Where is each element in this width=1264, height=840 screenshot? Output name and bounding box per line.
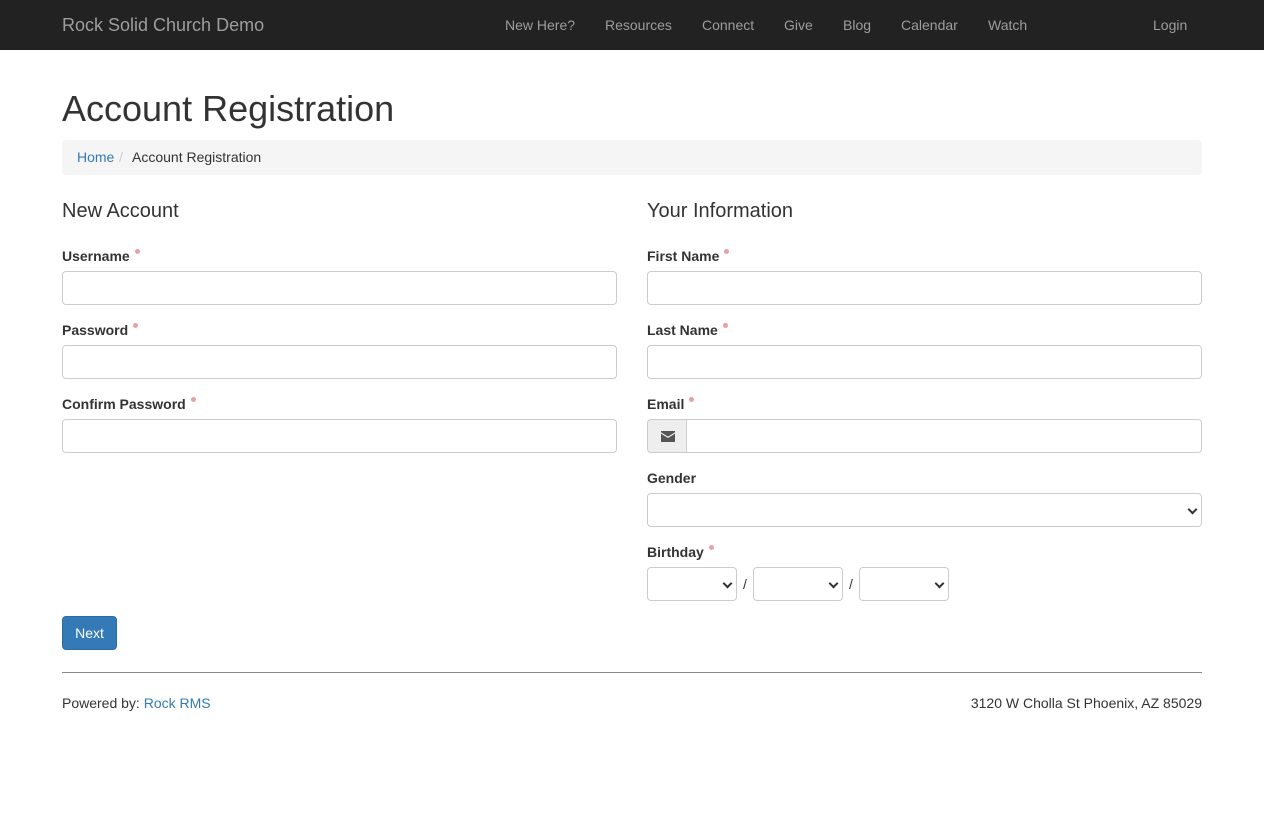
footer-divider <box>62 672 1202 673</box>
chevron-down-icon <box>1187 504 1198 515</box>
login-link[interactable]: Login <box>1153 17 1187 33</box>
breadcrumb-current: Account Registration <box>132 149 262 165</box>
password-label-text: Password <box>62 322 129 338</box>
nav-item-connect[interactable]: Connect <box>702 17 754 33</box>
footer-address: 3120 W Cholla St Phoenix, AZ 85029 <box>970 695 1202 711</box>
email-label-text: Email <box>647 396 685 412</box>
nav-item-new-here[interactable]: New Here? <box>505 17 575 33</box>
chevron-down-icon <box>722 578 733 589</box>
chevron-down-icon <box>934 578 945 589</box>
your-information-heading: Your Information <box>647 200 794 222</box>
required-indicator <box>133 323 139 328</box>
username-label: Username <box>62 248 140 264</box>
new-account-heading: New Account <box>62 200 179 222</box>
birthday-label-text: Birthday <box>647 544 704 560</box>
required-indicator <box>708 545 714 550</box>
rock-rms-link[interactable]: Rock RMS <box>144 695 211 711</box>
chevron-down-icon <box>828 578 839 589</box>
site-brand-link[interactable]: Rock Solid Church Demo <box>62 14 264 36</box>
first-name-input[interactable] <box>647 271 1202 305</box>
last-name-label: Last Name <box>647 322 728 338</box>
birthday-label: Birthday <box>647 544 714 560</box>
birthday-month-select[interactable] <box>647 567 737 601</box>
email-addon <box>647 419 687 453</box>
email-label: Email <box>647 396 695 412</box>
nav-item-watch[interactable]: Watch <box>988 17 1027 33</box>
top-navbar: Rock Solid Church Demo New Here? Resourc… <box>0 0 1264 50</box>
envelope-icon <box>661 431 675 442</box>
confirm-password-label: Confirm Password <box>62 396 196 412</box>
email-input[interactable] <box>686 419 1202 453</box>
confirm-password-label-text: Confirm Password <box>62 396 186 412</box>
required-indicator <box>724 249 730 254</box>
breadcrumb: Home / Account Registration <box>62 140 1202 175</box>
required-indicator <box>190 397 196 402</box>
birthday-separator: / <box>743 576 747 592</box>
birthday-day-select[interactable] <box>753 567 843 601</box>
breadcrumb-home-link[interactable]: Home <box>77 149 114 165</box>
confirm-password-input[interactable] <box>62 419 617 453</box>
nav-item-calendar[interactable]: Calendar <box>901 17 958 33</box>
gender-select[interactable] <box>647 493 1202 527</box>
powered-by-text: Powered by: <box>62 695 140 711</box>
birthday-separator: / <box>849 576 853 592</box>
next-button[interactable]: Next <box>62 616 117 650</box>
nav-item-blog[interactable]: Blog <box>843 17 871 33</box>
username-input[interactable] <box>62 271 617 305</box>
password-input[interactable] <box>62 345 617 379</box>
required-indicator <box>134 249 140 254</box>
birthday-year-select[interactable] <box>859 567 949 601</box>
last-name-input[interactable] <box>647 345 1202 379</box>
username-label-text: Username <box>62 248 130 264</box>
gender-label: Gender <box>647 470 697 486</box>
required-indicator <box>689 397 695 402</box>
first-name-label: First Name <box>647 248 730 264</box>
required-indicator <box>722 323 728 328</box>
last-name-label-text: Last Name <box>647 322 718 338</box>
nav-item-resources[interactable]: Resources <box>605 17 672 33</box>
breadcrumb-separator: / <box>119 149 123 165</box>
password-label: Password <box>62 322 139 338</box>
page-title: Account Registration <box>62 88 395 129</box>
nav-item-give[interactable]: Give <box>784 17 813 33</box>
footer-powered-by: Powered by: Rock RMS <box>62 695 211 711</box>
first-name-label-text: First Name <box>647 248 720 264</box>
